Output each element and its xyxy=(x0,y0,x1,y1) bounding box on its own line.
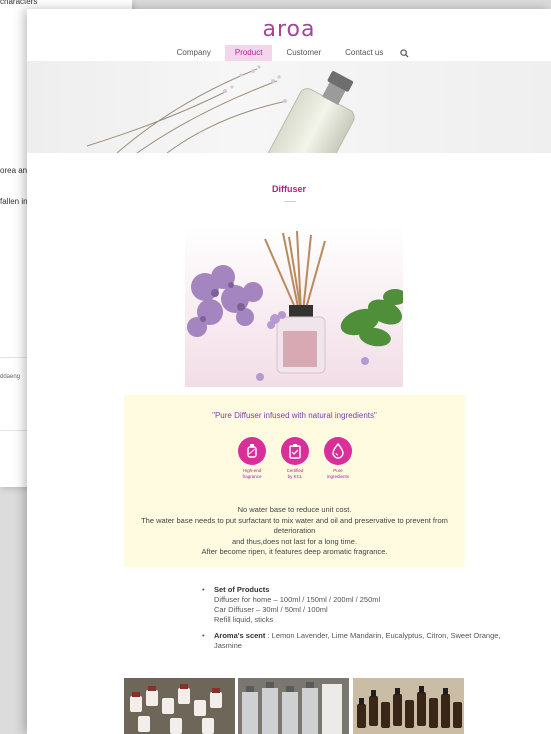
set-line: Car Diffuser – 30ml / 50ml / 100ml xyxy=(214,605,328,614)
nav-company[interactable]: Company xyxy=(167,45,221,61)
list-item: • Set of Products Diffuser for home – 10… xyxy=(202,585,502,625)
product-page: aroa Company Product Customer Contact us xyxy=(27,9,551,734)
description-line: After become ripen, it features deep aro… xyxy=(201,547,388,556)
description-line: and thus,does not last for a long time. xyxy=(231,536,358,546)
thumbnail-image[interactable] xyxy=(352,678,464,734)
badge-certified: Certified by KCL xyxy=(276,437,314,480)
tagline: "Pure Diffuser infused with natural ingr… xyxy=(212,411,377,420)
diffuser-photo xyxy=(185,227,403,387)
main-nav: Company Product Customer Contact us xyxy=(27,45,551,61)
thumbnail-image[interactable] xyxy=(238,678,350,734)
bottle-icon xyxy=(238,437,266,465)
thumbnail-strip xyxy=(124,678,464,734)
description-line: The water base needs to put surfactant t… xyxy=(141,515,448,536)
badge-caption: fragrance xyxy=(242,474,262,479)
title-divider xyxy=(284,201,296,202)
feature-badges: High-end fragrance Certified by KCL Pure… xyxy=(233,437,357,480)
site-logo[interactable]: aroa xyxy=(27,17,551,42)
hero-banner xyxy=(27,61,551,153)
badge-caption: ingredients xyxy=(326,474,349,479)
bg-text-fragment: characters xyxy=(0,0,38,6)
clipboard-check-icon xyxy=(281,437,309,465)
drop-icon xyxy=(324,437,352,465)
product-title: Diffuser xyxy=(271,184,306,194)
product-details: • Set of Products Diffuser for home – 10… xyxy=(202,585,502,657)
product-description: No water base to reduce unit cost. The w… xyxy=(124,505,465,558)
set-title: Set of Products xyxy=(214,585,270,594)
bg-text-fragment: ddaeng xyxy=(0,374,21,380)
search-icon[interactable] xyxy=(397,45,411,61)
scent-title: Aroma's scent xyxy=(214,631,266,640)
badge-caption: by KCL xyxy=(287,474,303,479)
nav-product[interactable]: Product xyxy=(224,45,273,61)
thumbnail-image[interactable] xyxy=(124,678,235,734)
list-item: • Aroma's scent : Lemon Lavender, Lime M… xyxy=(202,631,501,650)
badge-pure: Pure ingredients xyxy=(319,437,357,480)
bg-text-fragment: fallen in xyxy=(0,197,28,206)
description-line: No water base to reduce unit cost. xyxy=(237,505,352,514)
badge-high-end: High-end fragrance xyxy=(233,437,271,480)
features-panel: "Pure Diffuser infused with natural ingr… xyxy=(124,395,465,567)
nav-contact[interactable]: Contact us xyxy=(335,45,393,61)
nav-customer[interactable]: Customer xyxy=(276,45,331,61)
set-line: Refill liquid, sticks xyxy=(214,615,274,624)
set-line: Diffuser for home – 100ml / 150ml / 200m… xyxy=(214,595,381,604)
